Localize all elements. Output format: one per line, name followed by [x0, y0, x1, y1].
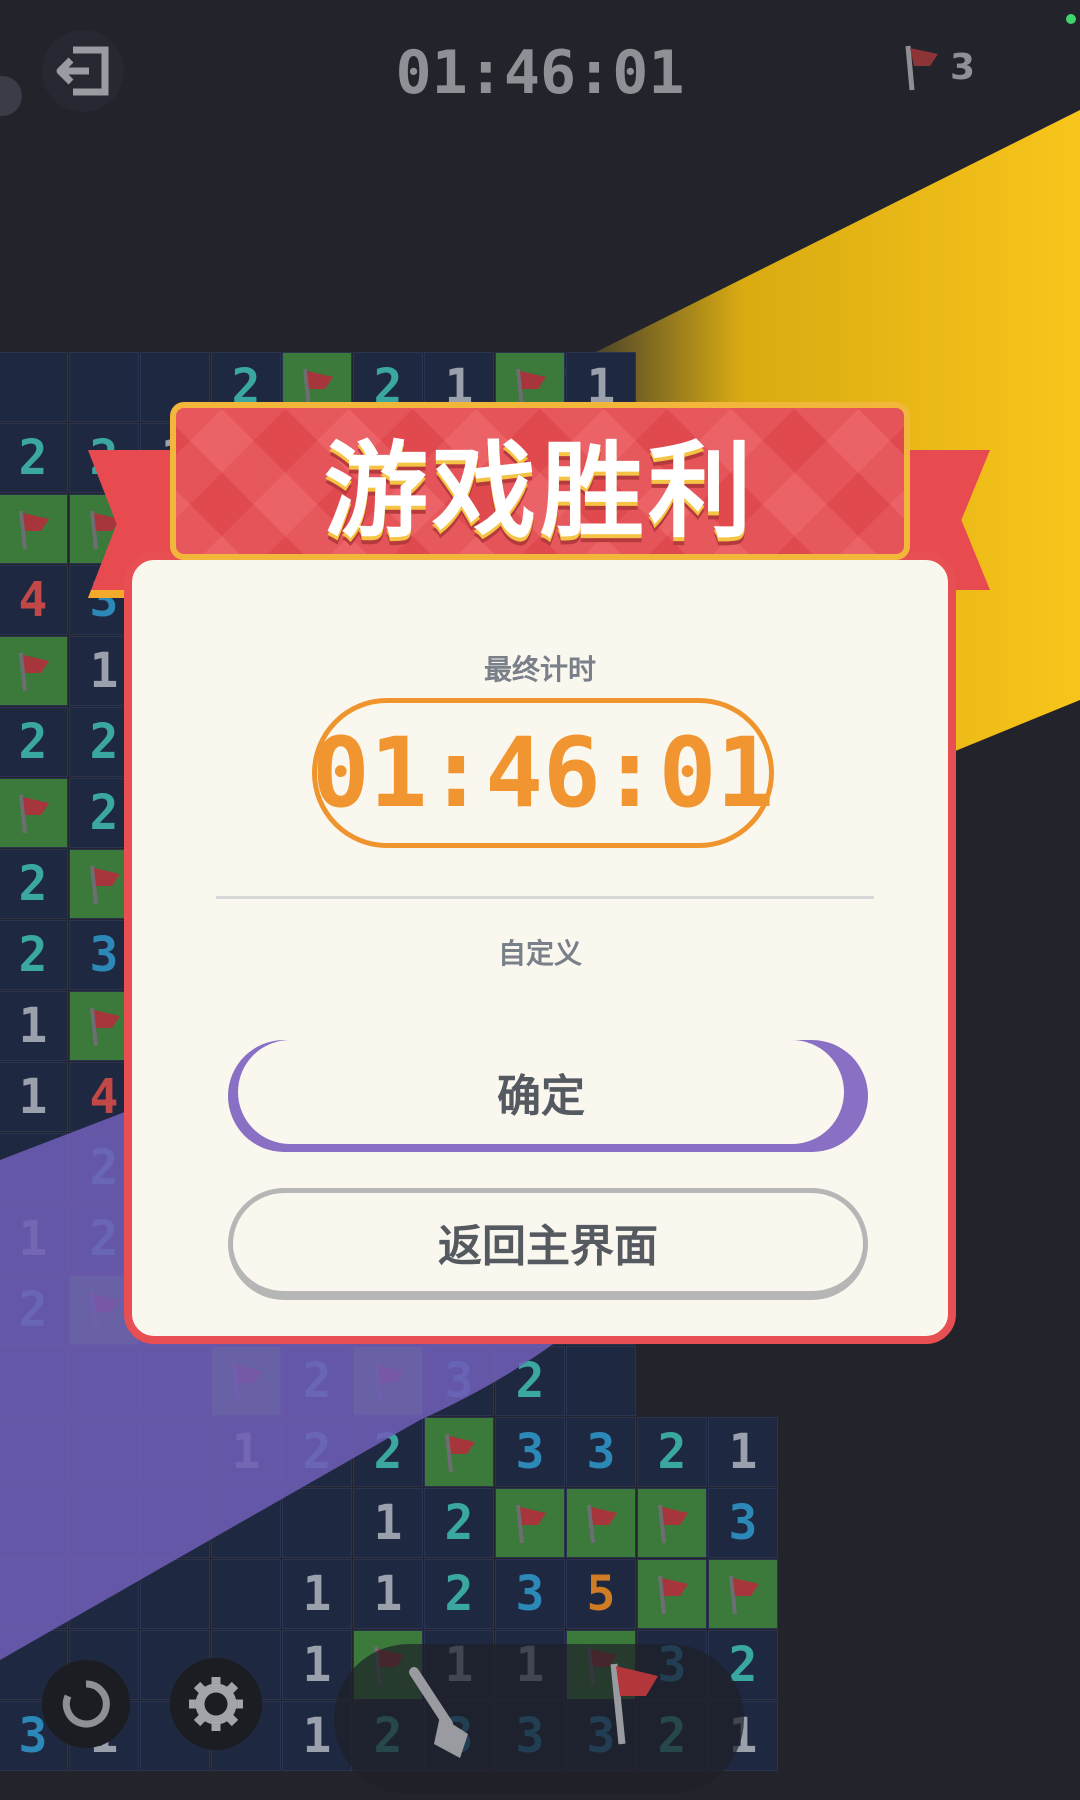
flag-icon [516, 1504, 546, 1544]
final-time-label: 最终计时 [483, 653, 596, 686]
board-cell[interactable] [0, 352, 68, 422]
board-cell[interactable]: 2 [0, 707, 68, 777]
flag-icon [445, 1433, 475, 1473]
board-cell[interactable] [0, 494, 68, 564]
board-cell[interactable] [282, 1488, 352, 1558]
board-cell[interactable] [566, 1346, 636, 1416]
board-cell[interactable] [0, 1346, 68, 1416]
flags-remaining: 3 [950, 46, 976, 88]
board-cell[interactable]: 1 [282, 1559, 352, 1629]
flag-icon [374, 1362, 404, 1402]
board-cell[interactable]: 5 [566, 1559, 636, 1629]
bottom-toolbar [0, 1640, 1080, 1800]
flag-icon [19, 794, 49, 834]
board-cell[interactable] [140, 1417, 210, 1487]
flag-icon [19, 652, 49, 692]
board-cell[interactable]: 3 [495, 1559, 565, 1629]
board-cell[interactable]: 2 [0, 920, 68, 990]
board-cell[interactable]: 2 [282, 1417, 352, 1487]
board-cell[interactable] [69, 352, 139, 422]
board-cell[interactable] [69, 1346, 139, 1416]
board-cell[interactable]: 2 [637, 1417, 707, 1487]
board-cell[interactable] [0, 778, 68, 848]
board-cell[interactable]: 1 [353, 1488, 423, 1558]
flag-icon [729, 1575, 759, 1615]
return-home-button[interactable]: 返回主界面 [228, 1188, 868, 1300]
board-cell[interactable] [353, 1346, 423, 1416]
board-cell[interactable] [637, 1488, 707, 1558]
flag-icon [90, 1291, 120, 1331]
confirm-button-label: 确定 [238, 1040, 844, 1144]
gear-icon [189, 1677, 243, 1731]
victory-banner: 游戏胜利 [170, 402, 910, 560]
board-cell[interactable] [0, 636, 68, 706]
board-cell[interactable]: 2 [424, 1559, 494, 1629]
board-cell[interactable] [495, 1488, 565, 1558]
board-cell[interactable]: 1 [0, 1204, 68, 1274]
board-cell[interactable]: 1 [708, 1417, 778, 1487]
board-cell[interactable]: 2 [0, 849, 68, 919]
board-cell[interactable] [0, 1488, 68, 1558]
board-cell[interactable]: 1 [353, 1559, 423, 1629]
board-cell[interactable]: 2 [353, 1417, 423, 1487]
victory-title: 游戏胜利 [323, 429, 756, 552]
top-bar: 01:46:01 3 [0, 0, 1080, 150]
difficulty-label: 自定义 [497, 937, 582, 970]
board-cell[interactable] [211, 1346, 281, 1416]
board-cell[interactable]: 1 [211, 1417, 281, 1487]
settings-button[interactable] [170, 1658, 262, 1750]
victory-dialog: 最终计时 01:46:01 自定义 确定 返回主界面 [124, 552, 956, 1344]
undo-button[interactable] [42, 1660, 130, 1748]
board-cell[interactable]: 1 [0, 991, 68, 1061]
board-cell[interactable] [637, 1559, 707, 1629]
flag-icon [658, 1575, 688, 1615]
board-cell[interactable] [0, 1133, 68, 1203]
board-cell[interactable] [211, 1488, 281, 1558]
flag-icon [232, 1362, 262, 1402]
flag-icon [90, 865, 120, 905]
board-cell[interactable]: 2 [495, 1346, 565, 1416]
flag-icon [610, 1663, 658, 1745]
board-cell[interactable] [708, 1559, 778, 1629]
flag-icon [905, 45, 938, 91]
flag-icon [19, 510, 49, 550]
board-cell[interactable]: 2 [282, 1346, 352, 1416]
board-cell[interactable] [0, 1417, 68, 1487]
flag-icon [587, 1504, 617, 1544]
shovel-icon [409, 1667, 468, 1758]
board-cell[interactable] [69, 1417, 139, 1487]
board-cell[interactable]: 3 [495, 1417, 565, 1487]
flag-icon [658, 1504, 688, 1544]
board-cell[interactable]: 4 [0, 565, 68, 635]
board-cell[interactable]: 1 [0, 1062, 68, 1132]
board-cell[interactable] [211, 1559, 281, 1629]
board-cell[interactable] [140, 1488, 210, 1558]
board-cell[interactable]: 2 [0, 1275, 68, 1345]
board-cell[interactable]: 2 [0, 423, 68, 493]
board-cell[interactable] [0, 1559, 68, 1629]
board-cell[interactable] [424, 1417, 494, 1487]
flag-counter: 3 [900, 42, 975, 92]
board-cell[interactable]: 3 [708, 1488, 778, 1558]
flag-icon [90, 1007, 120, 1047]
board-cell[interactable] [69, 1559, 139, 1629]
board-cell[interactable]: 3 [566, 1417, 636, 1487]
board-cell[interactable]: 2 [424, 1488, 494, 1558]
divider [216, 896, 874, 899]
mode-switch[interactable] [334, 1644, 744, 1794]
confirm-button[interactable]: 确定 [228, 1040, 868, 1152]
board-cell[interactable]: 3 [424, 1346, 494, 1416]
status-dot [1066, 14, 1076, 24]
board-cell[interactable] [140, 1559, 210, 1629]
board-cell[interactable] [566, 1488, 636, 1558]
final-time-display: 01:46:01 [312, 698, 774, 848]
undo-icon [62, 1680, 110, 1728]
board-cell[interactable] [69, 1488, 139, 1558]
board-cell[interactable] [140, 1346, 210, 1416]
